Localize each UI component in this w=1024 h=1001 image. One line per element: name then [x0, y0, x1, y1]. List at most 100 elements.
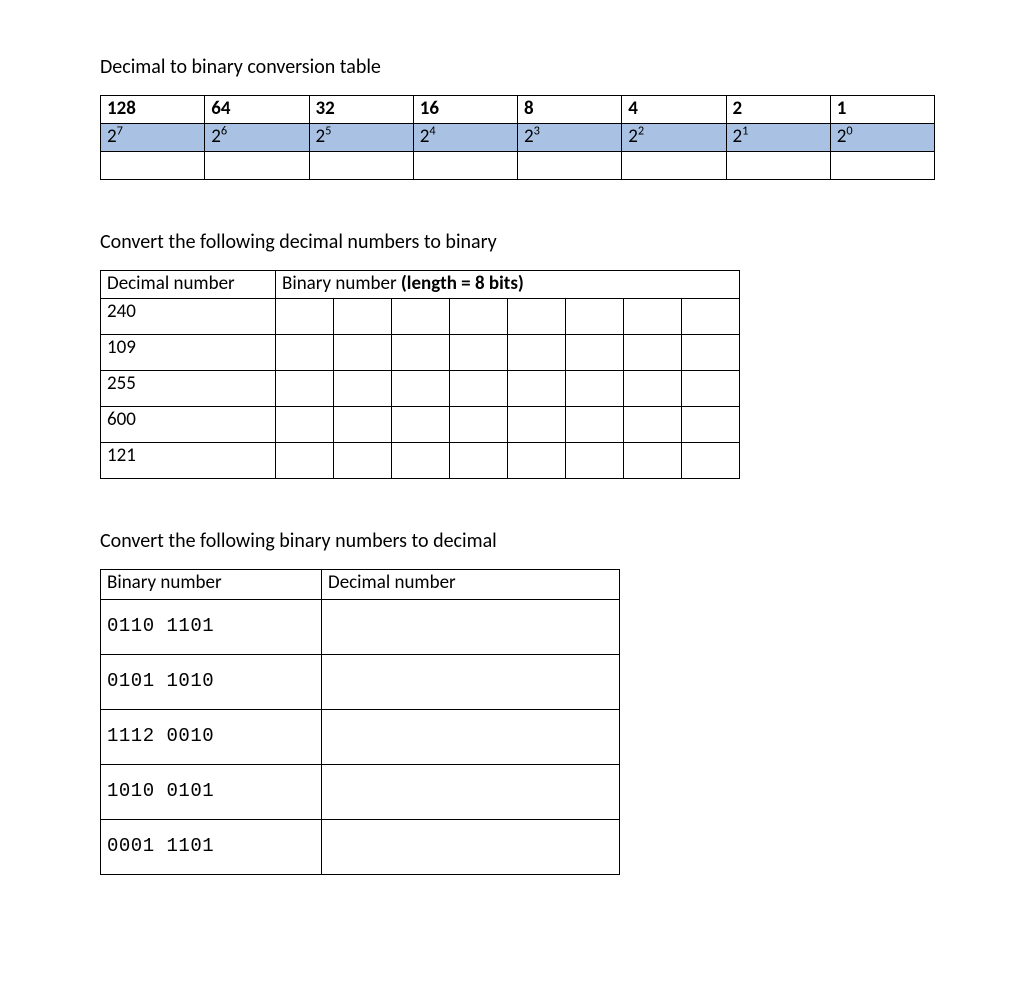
section1-title: Decimal to binary conversion table — [100, 55, 944, 79]
bit-cell — [334, 443, 392, 479]
conv-power-cell: 20 — [830, 124, 934, 152]
bit-cell — [682, 407, 740, 443]
conv-empty-cell — [309, 152, 413, 180]
decimal-cell: 121 — [101, 443, 276, 479]
conv-power-cell: 23 — [518, 124, 622, 152]
conv-value-cell: 2 — [726, 96, 830, 124]
conv-empty-cell — [101, 152, 205, 180]
conv-empty-cell — [413, 152, 517, 180]
section-conversion-table: Decimal to binary conversion table 128 6… — [100, 55, 944, 180]
table-row: 255 — [101, 371, 740, 407]
bit-cell — [508, 407, 566, 443]
table-row: 121 — [101, 443, 740, 479]
conv-empty-cell — [622, 152, 726, 180]
bit-cell — [392, 407, 450, 443]
bit-cell — [276, 335, 334, 371]
bit-cell — [392, 443, 450, 479]
table-row: 0110 1101 — [101, 600, 620, 655]
conv-value-cell: 1 — [830, 96, 934, 124]
bit-cell — [334, 299, 392, 335]
bit-cell — [566, 371, 624, 407]
table-row: 1112 0010 — [101, 710, 620, 765]
bit-cell — [392, 335, 450, 371]
header-binary: Binary number — [101, 570, 322, 600]
bit-cell — [334, 371, 392, 407]
bit-cell — [566, 335, 624, 371]
bit-cell — [624, 371, 682, 407]
section2-title: Convert the following decimal numbers to… — [100, 230, 944, 254]
dec-to-bin-table: Decimal number Binary number (length = 8… — [100, 270, 740, 479]
bit-cell — [450, 335, 508, 371]
bit-cell — [276, 407, 334, 443]
bin-to-dec-header-row: Binary number Decimal number — [101, 570, 620, 600]
bit-cell — [450, 299, 508, 335]
bit-cell — [276, 443, 334, 479]
bit-cell — [624, 335, 682, 371]
conv-empty-cell — [726, 152, 830, 180]
bit-cell — [508, 299, 566, 335]
bin-to-dec-table: Binary number Decimal number 0110 1101 0… — [100, 569, 620, 875]
bit-cell — [624, 407, 682, 443]
binary-cell: 0001 1101 — [101, 820, 322, 875]
bit-cell — [566, 443, 624, 479]
conversion-table-values-row: 128 64 32 16 8 4 2 1 — [101, 96, 935, 124]
header-binary: Binary number (length = 8 bits) — [276, 271, 740, 299]
table-row: 600 — [101, 407, 740, 443]
bit-cell — [508, 443, 566, 479]
bit-cell — [566, 407, 624, 443]
bit-cell — [682, 443, 740, 479]
conversion-table-empty-row — [101, 152, 935, 180]
bit-cell — [334, 407, 392, 443]
conv-value-cell: 32 — [309, 96, 413, 124]
decimal-cell: 109 — [101, 335, 276, 371]
bit-cell — [276, 299, 334, 335]
binary-cell: 1112 0010 — [101, 710, 322, 765]
bit-cell — [450, 443, 508, 479]
decimal-cell — [322, 600, 620, 655]
section-bin-to-dec: Convert the following binary numbers to … — [100, 529, 944, 875]
table-row: 109 — [101, 335, 740, 371]
decimal-cell — [322, 655, 620, 710]
decimal-cell: 255 — [101, 371, 276, 407]
table-row: 0101 1010 — [101, 655, 620, 710]
decimal-cell — [322, 765, 620, 820]
conv-value-cell: 128 — [101, 96, 205, 124]
bit-cell — [508, 335, 566, 371]
conv-empty-cell — [205, 152, 309, 180]
bit-cell — [450, 371, 508, 407]
bit-cell — [392, 299, 450, 335]
decimal-cell: 600 — [101, 407, 276, 443]
conversion-table-powers-row: 27 26 25 24 23 22 21 20 — [101, 124, 935, 152]
conv-empty-cell — [518, 152, 622, 180]
conv-value-cell: 16 — [413, 96, 517, 124]
header-decimal: Decimal number — [101, 271, 276, 299]
conv-power-cell: 24 — [413, 124, 517, 152]
table-row: 240 — [101, 299, 740, 335]
conv-power-cell: 21 — [726, 124, 830, 152]
bit-cell — [566, 299, 624, 335]
table-row: 1010 0101 — [101, 765, 620, 820]
conv-power-cell: 27 — [101, 124, 205, 152]
bit-cell — [624, 299, 682, 335]
header-decimal: Decimal number — [322, 570, 620, 600]
bit-cell — [450, 407, 508, 443]
conv-empty-cell — [830, 152, 934, 180]
bit-cell — [392, 371, 450, 407]
conv-power-cell: 22 — [622, 124, 726, 152]
bit-cell — [682, 371, 740, 407]
conversion-table: 128 64 32 16 8 4 2 1 27 26 25 24 23 22 2… — [100, 95, 935, 180]
table-row: 0001 1101 — [101, 820, 620, 875]
section3-title: Convert the following binary numbers to … — [100, 529, 944, 553]
conv-power-cell: 26 — [205, 124, 309, 152]
bit-cell — [682, 299, 740, 335]
decimal-cell: 240 — [101, 299, 276, 335]
conv-power-cell: 25 — [309, 124, 413, 152]
conv-value-cell: 8 — [518, 96, 622, 124]
binary-cell: 0101 1010 — [101, 655, 322, 710]
binary-cell: 1010 0101 — [101, 765, 322, 820]
conv-value-cell: 4 — [622, 96, 726, 124]
decimal-cell — [322, 710, 620, 765]
bit-cell — [276, 371, 334, 407]
bit-cell — [508, 371, 566, 407]
dec-to-bin-header-row: Decimal number Binary number (length = 8… — [101, 271, 740, 299]
